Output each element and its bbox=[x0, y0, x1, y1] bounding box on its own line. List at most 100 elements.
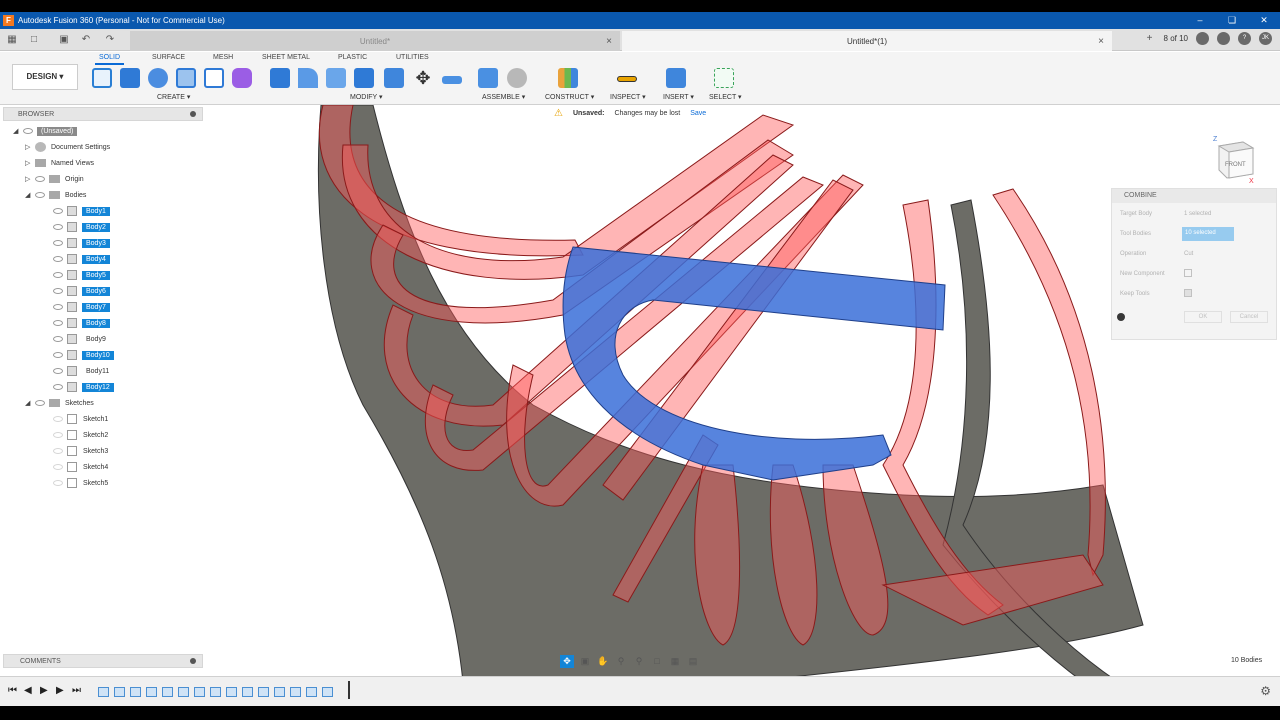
press-pull-icon[interactable] bbox=[270, 68, 290, 88]
undo-icon[interactable]: ↶ bbox=[80, 34, 92, 46]
notifications-icon[interactable] bbox=[1217, 32, 1230, 45]
visibility-icon[interactable] bbox=[53, 272, 63, 278]
collapse-icon[interactable]: ◢ bbox=[25, 191, 35, 199]
body-item[interactable]: Body12 bbox=[53, 380, 114, 394]
save-icon[interactable]: ▣ bbox=[58, 34, 70, 46]
create-sketch-icon[interactable] bbox=[92, 68, 112, 88]
visibility-icon[interactable] bbox=[35, 400, 45, 406]
tab-plastic[interactable]: PLASTIC bbox=[338, 54, 367, 61]
visibility-icon[interactable] bbox=[53, 208, 63, 214]
tool-bodies-selector[interactable]: 10 selected bbox=[1182, 227, 1234, 241]
visibility-icon[interactable] bbox=[53, 320, 63, 326]
pattern-icon[interactable] bbox=[204, 68, 224, 88]
timeline-feature-icon[interactable] bbox=[194, 687, 205, 697]
timeline-feature-icon[interactable] bbox=[146, 687, 157, 697]
cancel-button[interactable]: Cancel bbox=[1230, 311, 1268, 323]
apps-grid-icon[interactable]: ▦ bbox=[6, 34, 18, 46]
visibility-icon[interactable] bbox=[53, 464, 63, 470]
step-forward-icon[interactable]: ▶ bbox=[56, 685, 64, 696]
inspect-menu[interactable]: INSPECT ▾ bbox=[610, 93, 646, 101]
look-at-icon[interactable]: ▣ bbox=[578, 655, 592, 668]
new-component-checkbox[interactable] bbox=[1184, 269, 1192, 277]
go-to-start-icon[interactable]: ⏮ bbox=[8, 685, 17, 696]
file-menu-icon[interactable]: □ bbox=[28, 34, 40, 46]
timeline-feature-icon[interactable] bbox=[114, 687, 125, 697]
visibility-icon[interactable] bbox=[35, 176, 45, 182]
grid-settings-icon[interactable]: ▦ bbox=[668, 655, 682, 668]
bodies-node[interactable]: ◢ Bodies bbox=[25, 188, 86, 202]
zoom-icon[interactable]: ⚲ bbox=[614, 655, 628, 668]
viewports-icon[interactable]: ▤ bbox=[686, 655, 700, 668]
timeline-feature-icon[interactable] bbox=[178, 687, 189, 697]
tab-untitled-1[interactable]: Untitled*(1) × bbox=[622, 31, 1112, 51]
body-item[interactable]: Body6 bbox=[53, 284, 110, 298]
timeline-feature-icon[interactable] bbox=[322, 687, 333, 697]
browser-pin-icon[interactable] bbox=[190, 111, 196, 117]
select-menu[interactable]: SELECT ▾ bbox=[709, 93, 742, 101]
timeline-feature-icon[interactable] bbox=[130, 687, 141, 697]
extrude-icon[interactable] bbox=[120, 68, 140, 88]
modify-menu[interactable]: MODIFY ▾ bbox=[350, 93, 383, 101]
assemble-menu[interactable]: ASSEMBLE ▾ bbox=[482, 93, 525, 101]
body-item[interactable]: Body10 bbox=[53, 348, 114, 362]
visibility-icon[interactable] bbox=[53, 368, 63, 374]
combine-dialog[interactable]: COMBINE Target Body 1 selected Tool Bodi… bbox=[1111, 188, 1277, 340]
shell-icon[interactable] bbox=[326, 68, 346, 88]
expand-icon[interactable]: ▷ bbox=[25, 175, 35, 183]
visibility-icon[interactable] bbox=[53, 416, 63, 422]
timeline-feature-icon[interactable] bbox=[306, 687, 317, 697]
timeline-feature-icon[interactable] bbox=[210, 687, 221, 697]
tab-mesh[interactable]: MESH bbox=[213, 54, 233, 61]
visibility-icon[interactable] bbox=[53, 480, 63, 486]
help-icon[interactable]: ? bbox=[1238, 32, 1251, 45]
visibility-icon[interactable] bbox=[53, 288, 63, 294]
origin-node[interactable]: ▷ Origin bbox=[25, 172, 84, 186]
visibility-icon[interactable] bbox=[53, 352, 63, 358]
timeline-marker[interactable] bbox=[348, 681, 350, 699]
sketch-item[interactable]: Sketch2 bbox=[53, 428, 108, 442]
close-tab-icon[interactable]: × bbox=[1098, 36, 1104, 47]
timeline-feature-icon[interactable] bbox=[258, 687, 269, 697]
body-item[interactable]: Body1 bbox=[53, 204, 110, 218]
expand-icon[interactable]: ▷ bbox=[25, 159, 35, 167]
pan-icon[interactable]: ✋ bbox=[596, 655, 610, 668]
new-component-icon[interactable] bbox=[478, 68, 498, 88]
visibility-icon[interactable] bbox=[23, 128, 33, 134]
ok-button[interactable]: OK bbox=[1184, 311, 1222, 323]
close-window-icon[interactable]: ✕ bbox=[1248, 12, 1280, 29]
gear-icon[interactable]: ⚙ bbox=[1260, 684, 1271, 698]
go-to-end-icon[interactable]: ⏭ bbox=[72, 685, 81, 696]
workspace-switcher[interactable]: DESIGN ▾ bbox=[12, 64, 78, 90]
sketch-item[interactable]: Sketch3 bbox=[53, 444, 108, 458]
extensions-icon[interactable] bbox=[1196, 32, 1209, 45]
named-views-node[interactable]: ▷ Named Views bbox=[25, 156, 94, 170]
document-settings-node[interactable]: ▷ Document Settings bbox=[25, 140, 110, 154]
select-icon[interactable] bbox=[714, 68, 734, 88]
hole-icon[interactable] bbox=[176, 68, 196, 88]
form-icon[interactable] bbox=[232, 68, 252, 88]
display-settings-icon[interactable]: □ bbox=[650, 655, 664, 668]
body-item[interactable]: Body2 bbox=[53, 220, 110, 234]
align-icon[interactable] bbox=[442, 76, 462, 84]
create-menu[interactable]: CREATE ▾ bbox=[157, 93, 190, 101]
offset-plane-icon[interactable] bbox=[558, 68, 578, 88]
body-item[interactable]: Body3 bbox=[53, 236, 110, 250]
visibility-icon[interactable] bbox=[53, 240, 63, 246]
split-body-icon[interactable] bbox=[384, 68, 404, 88]
comments-panel[interactable]: COMMENTS bbox=[3, 654, 203, 668]
root-node[interactable]: ◢ (Unsaved) bbox=[13, 124, 78, 138]
view-cube[interactable]: FRONT Z X bbox=[1213, 136, 1257, 185]
body-item[interactable]: Body4 bbox=[53, 252, 110, 266]
insert-image-icon[interactable] bbox=[666, 68, 686, 88]
restore-icon[interactable]: ❏ bbox=[1216, 12, 1248, 29]
timeline-feature-icon[interactable] bbox=[242, 687, 253, 697]
target-body-selector[interactable]: 1 selected bbox=[1184, 211, 1211, 217]
timeline-feature-icon[interactable] bbox=[290, 687, 301, 697]
insert-menu[interactable]: INSERT ▾ bbox=[663, 93, 694, 101]
step-back-icon[interactable]: ◀ bbox=[24, 685, 32, 696]
visibility-icon[interactable] bbox=[53, 224, 63, 230]
orbit-icon[interactable]: ✥ bbox=[560, 655, 574, 668]
body-item[interactable]: Body11 bbox=[53, 364, 113, 378]
timeline-feature-icon[interactable] bbox=[274, 687, 285, 697]
visibility-icon[interactable] bbox=[53, 336, 63, 342]
